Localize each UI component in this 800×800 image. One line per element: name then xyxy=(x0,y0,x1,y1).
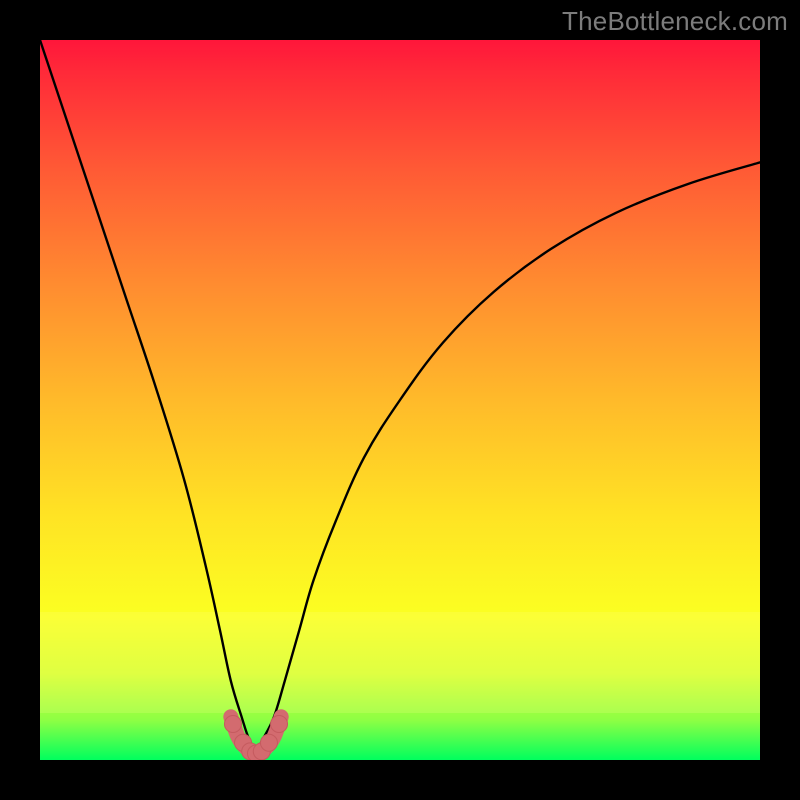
marker-dot xyxy=(271,716,288,733)
curve-layer xyxy=(40,40,760,760)
plot-area xyxy=(40,40,760,760)
marker-dot xyxy=(260,734,277,751)
bottleneck-curve xyxy=(40,40,760,749)
watermark-text: TheBottleneck.com xyxy=(562,6,788,37)
marker-dot xyxy=(224,716,241,733)
chart-frame: TheBottleneck.com xyxy=(0,0,800,800)
